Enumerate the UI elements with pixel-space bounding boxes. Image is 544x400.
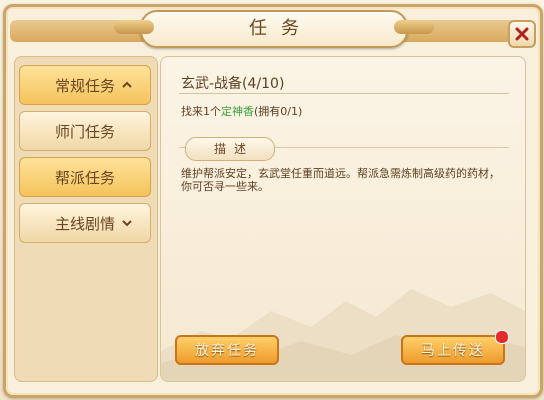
window-title: 任务	[249, 18, 313, 39]
requirement-suffix: (拥有0/1)	[254, 105, 303, 118]
task-category-sidebar: 常规任务 师门任务 帮派任务 主线剧情	[14, 56, 158, 382]
title-bar: 任务	[114, 10, 434, 48]
description-header: 描述	[185, 137, 275, 161]
title-divider	[179, 93, 509, 94]
close-button[interactable]	[508, 20, 536, 48]
task-description: 维护帮派安定，玄武堂任重而道远。帮派急需炼制高级药的药材，你可否寻一些来。	[181, 167, 500, 193]
sidebar-item-label: 师门任务	[54, 122, 115, 141]
task-detail-panel: 玄武-战备(4/10) 找来1个定神香(拥有0/1) 描述 维护帮派安定，玄武堂…	[160, 56, 526, 382]
sidebar-item-regular-tasks[interactable]: 常规任务	[19, 65, 151, 105]
sidebar-item-label: 帮派任务	[54, 168, 115, 187]
abandon-task-button[interactable]: 放弃任务	[175, 335, 279, 365]
game-window: 任务 常规任务 师门任务 帮派任务 主线剧情 玄武-战备(4/10) 找来1个定…	[0, 0, 544, 400]
chevron-down-icon	[120, 216, 134, 230]
requirement-item[interactable]: 定神香	[221, 105, 254, 118]
sidebar-item-guild-tasks[interactable]: 帮派任务	[19, 157, 151, 197]
task-requirement: 找来1个定神香(拥有0/1)	[181, 103, 302, 119]
sidebar-item-label: 常规任务	[54, 76, 115, 95]
notification-dot	[495, 330, 509, 344]
task-title: 玄武-战备(4/10)	[181, 76, 285, 92]
teleport-button[interactable]: 马上传送	[401, 335, 505, 365]
requirement-prefix: 找来1个	[181, 105, 221, 118]
sidebar-item-main-story[interactable]: 主线剧情	[19, 203, 151, 243]
sidebar-item-label: 主线剧情	[54, 214, 115, 233]
sidebar-item-master-tasks[interactable]: 师门任务	[19, 111, 151, 151]
chevron-up-icon	[120, 78, 134, 92]
close-icon	[515, 27, 529, 41]
